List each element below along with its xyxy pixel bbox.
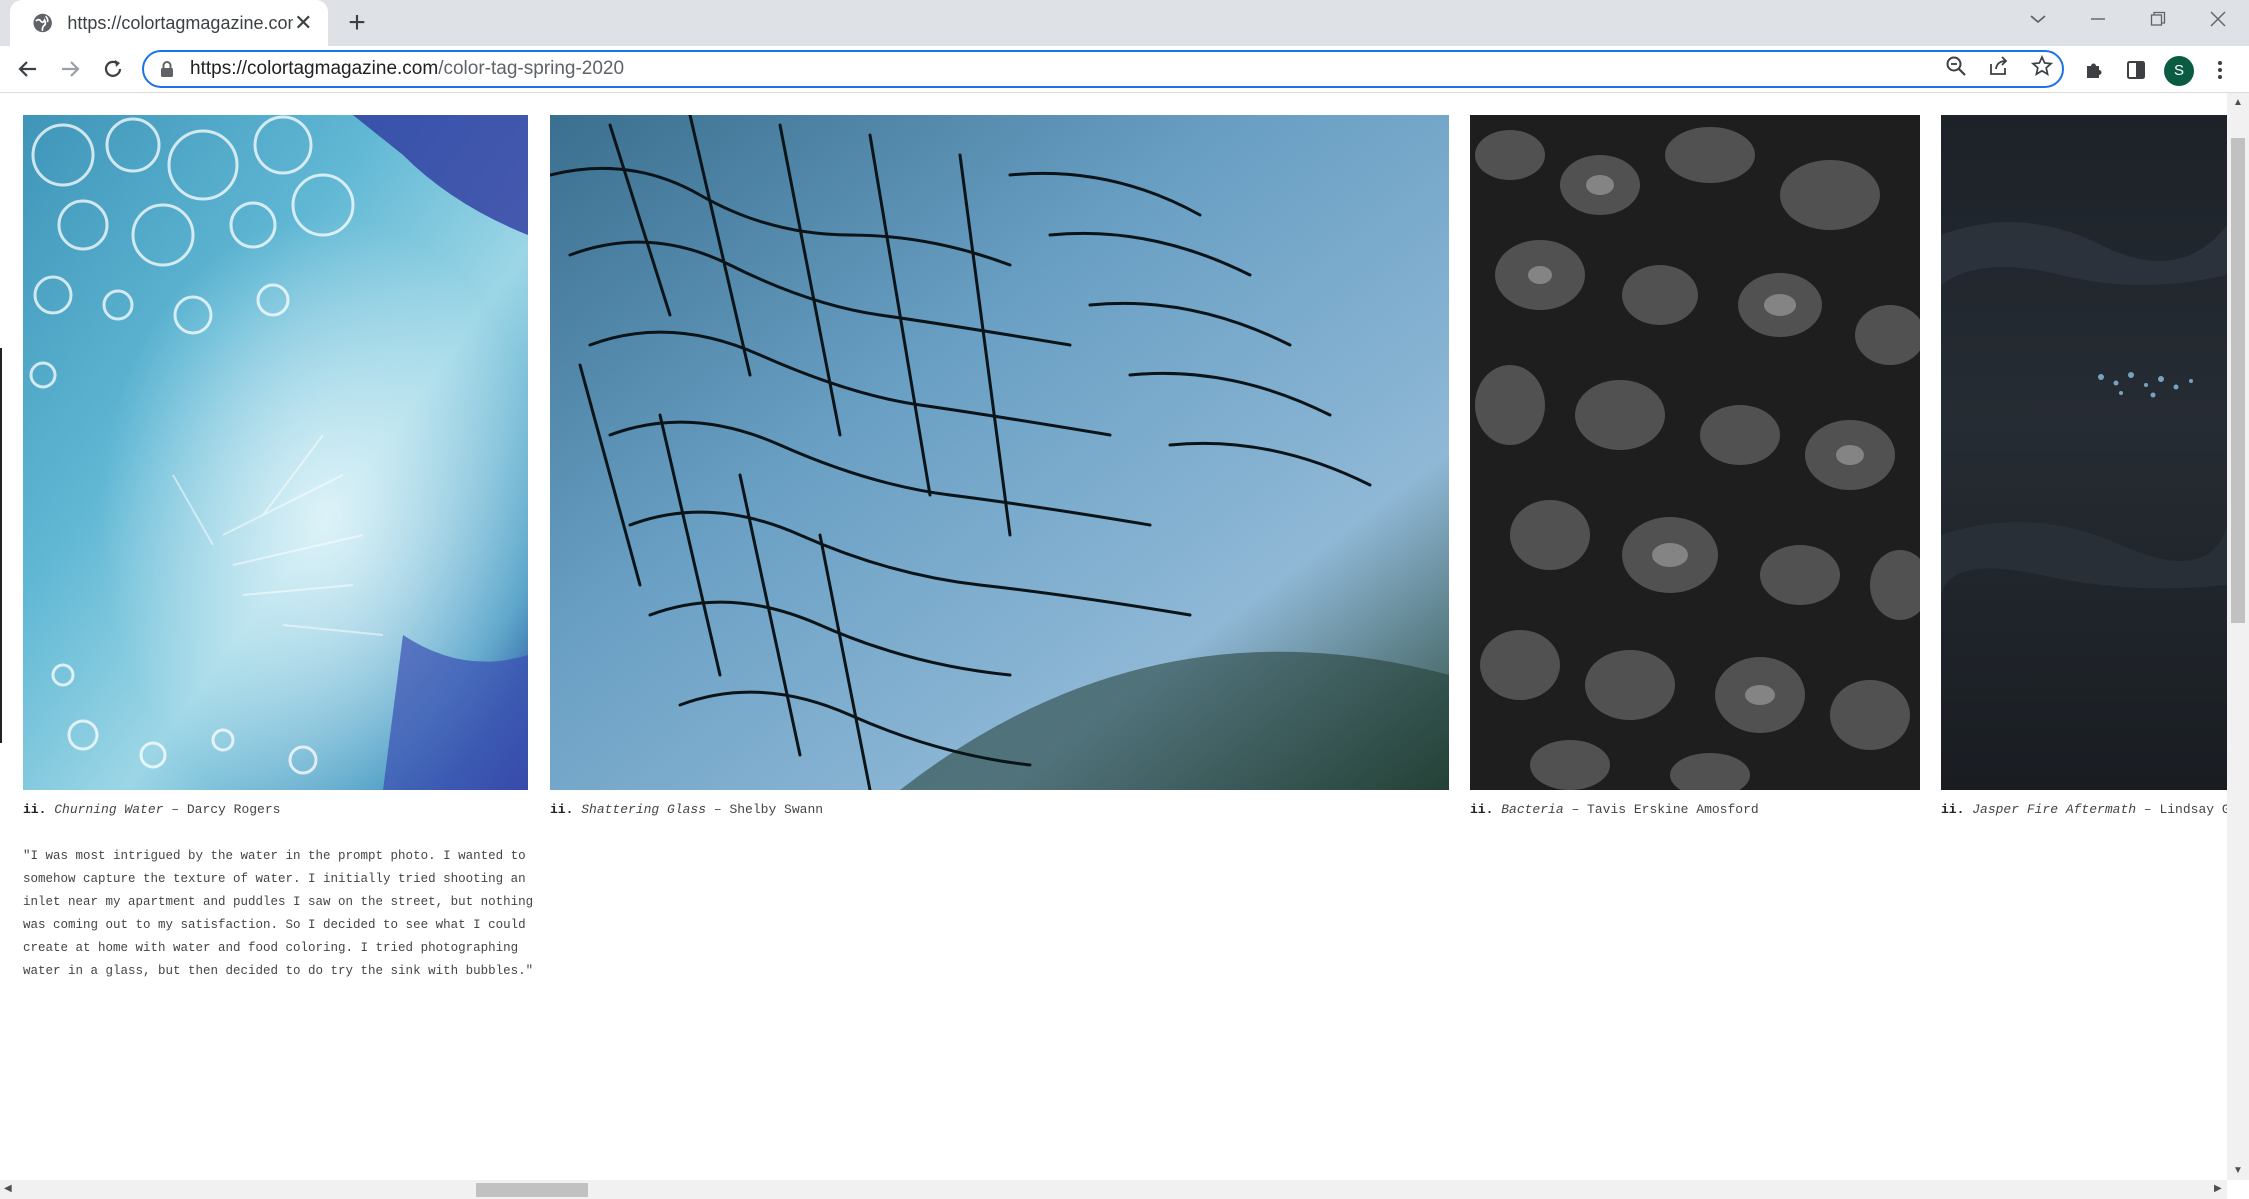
share-icon[interactable] — [1987, 54, 2011, 78]
caption-artist: Tavis Erskine Amosford — [1587, 802, 1759, 817]
caption-artist: Darcy Rogers — [186, 802, 281, 817]
scroll-right-arrow-icon[interactable]: ▶ — [2214, 1184, 2222, 1194]
tab-strip: https://colortagmagazine.com/color-tag-s… — [0, 0, 2249, 46]
photo-bacteria[interactable] — [1470, 115, 1920, 790]
browser-toolbar: https://colortagmagazine.com/color-tag-s… — [0, 46, 2249, 92]
caption-number: ii. — [23, 802, 47, 817]
caption-title: Bacteria — [1501, 802, 1564, 817]
quote-line: water in a glass, but then decided to do… — [23, 964, 534, 978]
minimize-icon[interactable] — [2070, 0, 2126, 38]
tab-title: https://colortagmagazine.com/color-tag-s… — [67, 12, 292, 33]
quote-line: was coming out to my satisfaction. So I … — [23, 918, 526, 932]
bookmark-star-icon[interactable] — [2030, 54, 2054, 78]
profile-avatar[interactable]: S — [2164, 56, 2194, 86]
url-text: https://colortagmagazine.com/color-tag-s… — [190, 58, 624, 80]
address-bar[interactable]: https://colortagmagazine.com/color-tag-s… — [142, 50, 2064, 88]
horizontal-scroll-thumb[interactable] — [476, 1183, 588, 1197]
lock-icon[interactable] — [158, 60, 176, 78]
side-panel-icon[interactable] — [2124, 58, 2148, 82]
extensions-puzzle-icon[interactable] — [2082, 58, 2106, 82]
photo-jasper-fire-aftermath[interactable] — [1941, 115, 2227, 790]
browser-tab[interactable]: https://colortagmagazine.com/color-tag-s… — [10, 0, 328, 46]
caption-title: Jasper Fire Aftermath — [1972, 802, 2137, 817]
quote-line: somehow capture the texture of water. I … — [23, 872, 526, 886]
caption-separator: – — [1563, 802, 1588, 817]
globe-icon — [33, 13, 52, 33]
close-tab-icon[interactable]: ✕ — [293, 12, 314, 34]
caption-separator: – — [2136, 802, 2160, 817]
scroll-down-arrow-icon[interactable]: ▼ — [2233, 1166, 2243, 1176]
caption-bacteria: ii. Bacteria – Tavis Erskine Amosford — [1470, 802, 1759, 817]
caption-artist: Shelby Swann — [729, 802, 824, 817]
vertical-scroll-thumb[interactable] — [2231, 138, 2245, 623]
close-window-icon[interactable] — [2190, 0, 2246, 38]
quote-line: inlet near my apartment and puddles I sa… — [23, 895, 534, 909]
caption-shattering-glass: ii. Shattering Glass – Shelby Swann — [550, 802, 823, 817]
url-path: /color-tag-spring-2020 — [438, 58, 625, 79]
horizontal-scrollbar[interactable] — [0, 1180, 2227, 1199]
caption-title: Shattering Glass — [581, 802, 707, 817]
back-icon[interactable] — [13, 54, 43, 84]
forward-icon[interactable] — [55, 54, 85, 84]
left-edge-strip — [0, 348, 2, 743]
artist-quote: "I was most intrigued by the water in th… — [23, 845, 535, 983]
caption-title: Churning Water — [54, 802, 164, 817]
page-viewport: ii. Churning Water – Darcy Rogers "I was… — [0, 93, 2227, 1180]
reload-icon[interactable] — [98, 54, 128, 84]
restore-icon[interactable] — [2130, 0, 2186, 38]
caption-separator: – — [163, 802, 187, 817]
quote-line: create at home with water and food color… — [23, 941, 519, 955]
caption-jasper-fire-aftermath: ii. Jasper Fire Aftermath – Lindsay Godi… — [1941, 802, 2227, 817]
quote-line: "I was most intrigued by the water in th… — [23, 849, 526, 863]
caption-number: ii. — [550, 802, 574, 817]
url-host: https://colortagmagazine.com — [190, 58, 439, 79]
kebab-menu-icon[interactable] — [2208, 58, 2232, 82]
caption-churning-water: ii. Churning Water – Darcy Rogers — [23, 802, 280, 817]
new-tab-button[interactable]: + — [340, 6, 374, 40]
zoom-icon[interactable] — [1944, 54, 1968, 78]
caption-separator: – — [706, 802, 730, 817]
caption-artist: Lindsay Godin — [2159, 802, 2227, 817]
tab-search-chevron-icon[interactable] — [2010, 0, 2066, 38]
photo-churning-water[interactable] — [23, 115, 528, 790]
caption-number: ii. — [1941, 802, 1965, 817]
caption-number: ii. — [1470, 802, 1494, 817]
photo-shattering-glass[interactable] — [550, 115, 1449, 790]
scroll-left-arrow-icon[interactable]: ◀ — [4, 1184, 12, 1194]
scroll-up-arrow-icon[interactable]: ▲ — [2233, 98, 2243, 108]
